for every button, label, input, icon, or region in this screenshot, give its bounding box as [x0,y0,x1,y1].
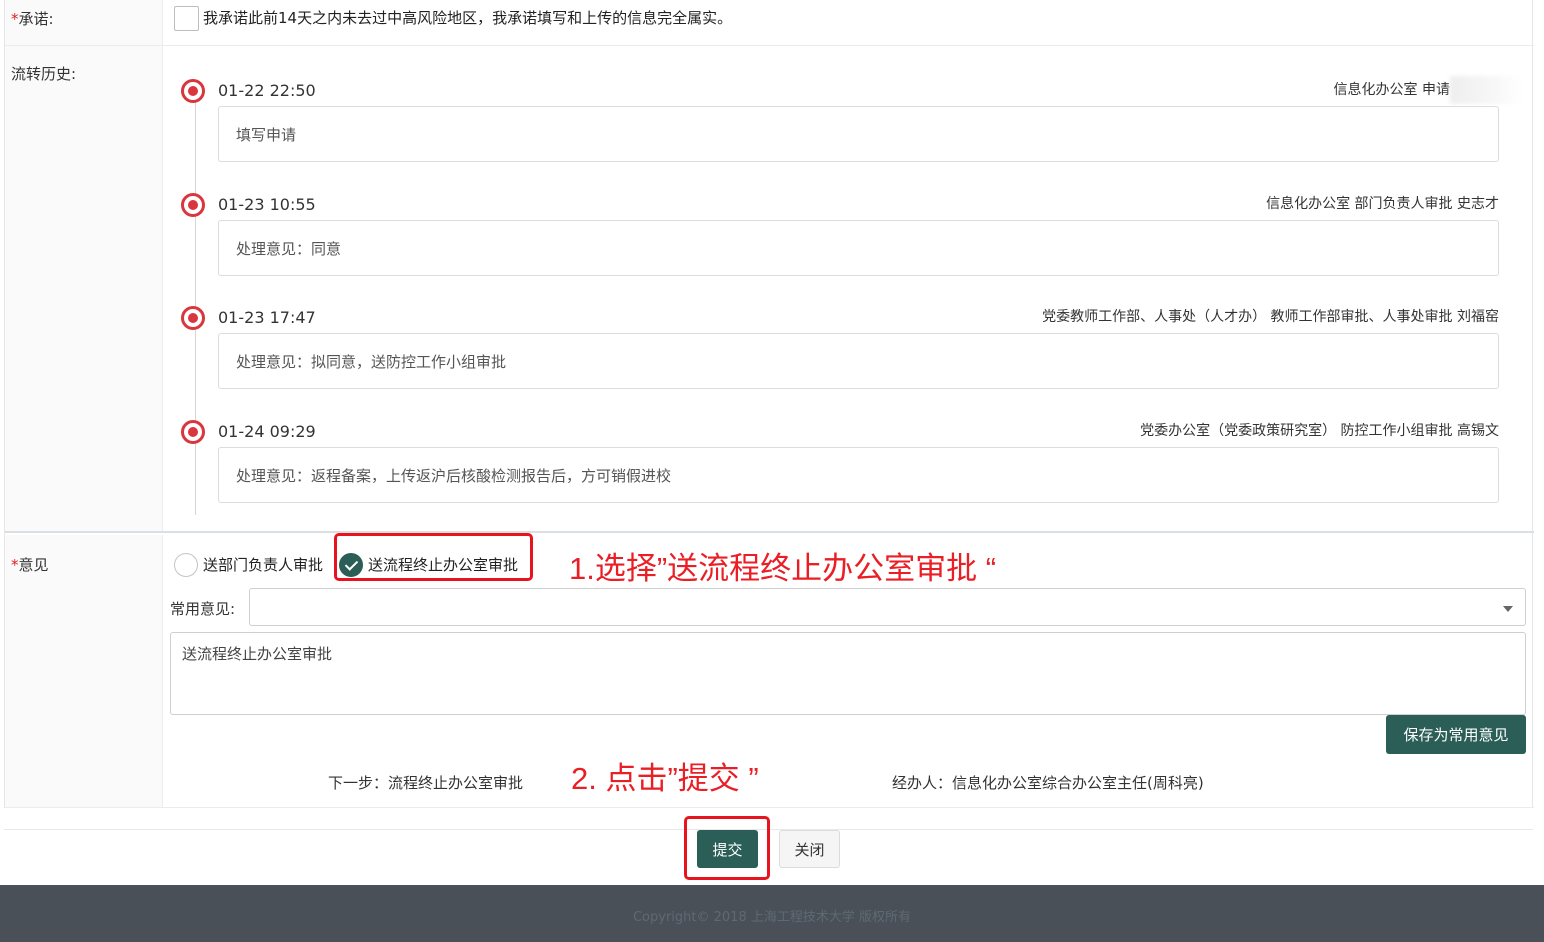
timeline-item: 01-24 09:29 党委办公室（党委政策研究室） 防控工作小组审批 高锡文 … [181,419,1499,534]
promise-label-text: 承诺: [18,10,54,28]
timeline-comment: 填写申请 [218,106,1499,162]
promise-text: 我承诺此前14天之内未去过中高风险地区，我承诺填写和上传的信息完全属实。 [203,9,733,27]
timeline-actor: 党委办公室（党委政策研究室） 防控工作小组审批 高锡文 [1140,423,1499,439]
timeline-item: 01-22 22:50 信息化办公室 申请 填写申请 [181,78,1499,193]
history-label: 流转历史: [5,46,163,531]
timeline-actor: 信息化办公室 申请 [1333,82,1450,98]
timeline-dot-icon [181,306,205,330]
close-button[interactable]: 关闭 [779,830,840,868]
radio-dept-head[interactable] [174,553,198,577]
common-opinion-select[interactable] [249,588,1526,626]
timeline-comment: 处理意见：返程备案，上传返沪后核酸检测报告后，方可销假进校 [218,447,1499,503]
promise-label: *承诺: [5,0,163,45]
common-opinion-label: 常用意见: [170,600,236,618]
highlight-box [684,816,770,880]
redacted-name [1450,76,1522,104]
copyright-text: Copyright© 2018 上海工程技术大学 版权所有 [632,910,911,925]
page-footer: Copyright© 2018 上海工程技术大学 版权所有 [0,885,1544,942]
opinion-label: *意见 [5,535,163,807]
annotation-step1: 1.选择”送流程终止办公室审批 “ [569,551,997,586]
timeline-item: 01-23 10:55 信息化办公室 部门负责人审批 史志才 处理意见：同意 [181,192,1499,307]
promise-row: *承诺: 我承诺此前14天之内未去过中高风险地区，我承诺填写和上传的信息完全属实… [5,0,1534,46]
timeline-dot-icon [181,420,205,444]
annotation-step2: 2. 点击”提交 ” [571,761,759,796]
radio-dept-head-label[interactable]: 送部门负责人审批 [203,554,323,575]
timeline-dot-icon [181,79,205,103]
save-common-opinion-button[interactable]: 保存为常用意见 [1386,715,1526,754]
opinion-textarea[interactable]: 送流程终止办公室审批 [170,632,1526,715]
timeline-time: 01-23 17:47 [218,308,316,327]
required-mark: * [11,10,19,28]
timeline-comment: 处理意见：同意 [218,220,1499,276]
timeline-actor: 信息化办公室 部门负责人审批 史志才 [1266,196,1499,212]
timeline-dot-icon [181,193,205,217]
timeline-time: 01-23 10:55 [218,195,316,214]
timeline-comment: 处理意见：拟同意，送防控工作小组审批 [218,333,1499,389]
opinion-label-text: 意见 [18,556,49,574]
handler-text: 经办人：信息化办公室综合办公室主任(周科亮) [892,774,1204,792]
timeline-actor: 党委教师工作部、人事处（人才办） 教师工作部审批、人事处审批 刘福窑 [1042,309,1499,325]
promise-checkbox[interactable] [174,6,199,31]
highlight-box [334,533,533,581]
next-step-text: 下一步：流程终止办公室审批 [328,774,524,792]
approval-page: *承诺: 我承诺此前14天之内未去过中高风险地区，我承诺填写和上传的信息完全属实… [0,0,1544,942]
chevron-down-icon [1503,606,1513,612]
timeline-time: 01-22 22:50 [218,81,316,100]
required-mark: * [11,556,19,574]
timeline-time: 01-24 09:29 [218,422,316,441]
timeline-item: 01-23 17:47 党委教师工作部、人事处（人才办） 教师工作部审批、人事处… [181,305,1499,420]
